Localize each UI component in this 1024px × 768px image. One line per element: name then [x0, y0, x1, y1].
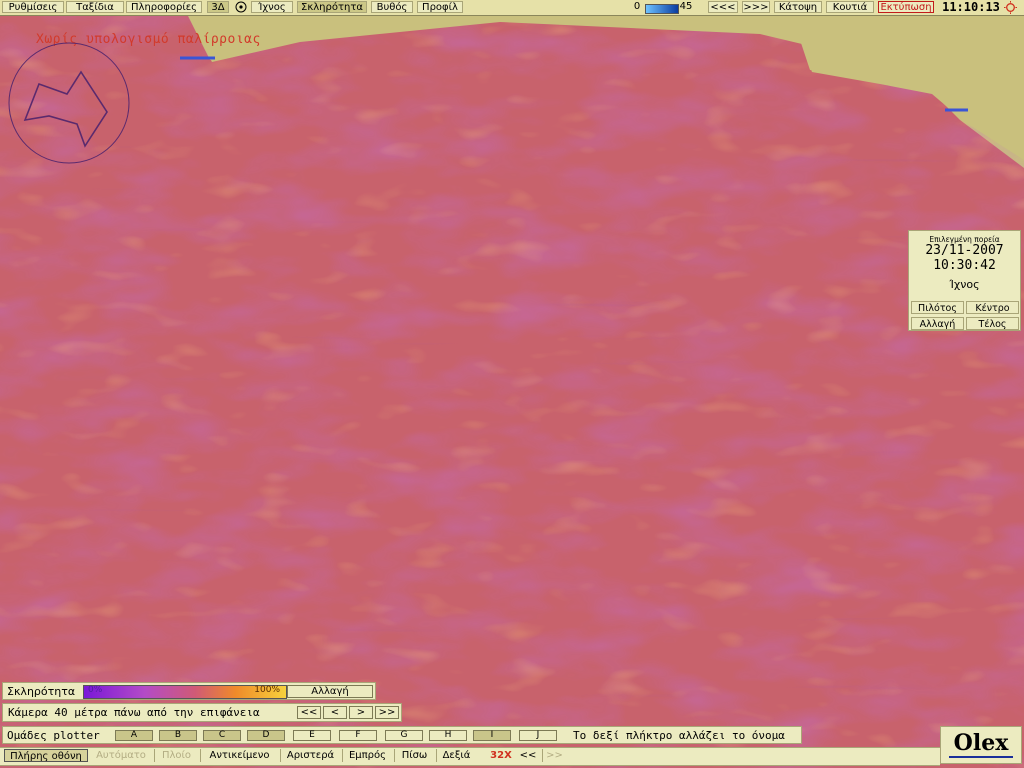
clock: 11:10:13 — [942, 0, 1000, 14]
track-button[interactable]: Ίχνος — [251, 1, 293, 13]
fullscreen-button[interactable]: Πλήρης οθόνη — [4, 749, 88, 762]
change-track-button[interactable]: Αλλαγή — [911, 317, 964, 330]
target-icon[interactable] — [233, 1, 249, 13]
left-button[interactable]: Αριστερά — [280, 749, 340, 762]
plotter-group-c[interactable]: C — [203, 730, 241, 741]
plotter-group-i[interactable]: I — [473, 730, 511, 741]
back-button[interactable]: Πίσω — [394, 749, 434, 762]
plotter-group-h[interactable]: H — [429, 730, 467, 741]
pilot-button[interactable]: Πιλότος — [911, 301, 964, 314]
hardness-panel: Σκληρότητα 0% 100% Αλλαγή — [2, 682, 376, 700]
plotter-group-a[interactable]: A — [115, 730, 153, 741]
depth-button[interactable]: Βυθός — [371, 1, 413, 13]
settings-menu[interactable]: Ρυθμίσεις — [2, 1, 64, 13]
hardness-gradient[interactable]: 0% 100% — [83, 685, 287, 699]
object-button[interactable]: Αντικείμενο — [200, 749, 278, 762]
plotter-group-j[interactable]: J — [519, 730, 557, 741]
hardness-label: Σκληρότητα — [7, 685, 76, 698]
print-button[interactable]: Εκτύπωση — [878, 1, 934, 13]
hardness-min-label: 0% — [88, 685, 103, 695]
plotter-group-f[interactable]: F — [339, 730, 377, 741]
depth-scale-bar — [645, 4, 679, 14]
track-time: 10:30:42 — [933, 258, 996, 273]
forward-fast-button[interactable]: >>> — [742, 1, 770, 13]
view-3d-button[interactable]: 3Δ — [207, 1, 229, 13]
hardness-change-button[interactable]: Αλλαγή — [287, 685, 373, 698]
track-date: 23/11-2007 — [925, 243, 1004, 258]
forward-button[interactable]: Εμπρός — [342, 749, 392, 762]
seafloor-3d-view[interactable] — [0, 0, 1024, 768]
trips-menu[interactable]: Ταξίδια — [66, 1, 124, 13]
track-type: Ίχνος — [949, 278, 980, 291]
camera-height-text: Κάμερα 40 μέτρα πάνω από την επιφάνεια — [8, 706, 260, 719]
back-fast-button[interactable]: <<< — [708, 1, 738, 13]
fast-forward-button[interactable]: >> — [542, 749, 566, 762]
top-toolbar: Ρυθμίσεις Ταξίδια Πληροφορίες 3Δ Ίχνος Σ… — [0, 0, 1024, 16]
olex-logo: Olex — [940, 726, 1022, 764]
rewind-button[interactable]: << — [516, 749, 540, 762]
camera-forward-button[interactable]: > — [349, 706, 373, 719]
sun-icon[interactable] — [1004, 1, 1017, 14]
info-menu[interactable]: Πληροφορίες — [126, 1, 202, 13]
scale-min-label: 0 — [633, 1, 641, 12]
camera-far-back-button[interactable]: << — [297, 706, 321, 719]
right-button[interactable]: Δεξιά — [436, 749, 476, 762]
zoom-level[interactable]: 32X — [484, 749, 518, 762]
plotter-groups-label: Ομάδες plotter — [7, 729, 100, 742]
plotter-group-d[interactable]: D — [247, 730, 285, 741]
plotter-group-e[interactable]: E — [293, 730, 331, 741]
bottom-navigation-bar: Πλήρης οθόνη Αυτόματο Πλοίο Αντικείμενο … — [0, 747, 940, 766]
auto-button[interactable]: Αυτόματο — [90, 749, 152, 762]
camera-back-button[interactable]: < — [323, 706, 347, 719]
boxes-button[interactable]: Κουτιά — [826, 1, 874, 13]
camera-far-forward-button[interactable]: >> — [375, 706, 399, 719]
plotter-group-b[interactable]: B — [159, 730, 197, 741]
selected-track-panel: Επιλεγμένη πορεία 23/11-2007 10:30:42 Ίχ… — [908, 230, 1021, 331]
end-track-button[interactable]: Τέλος — [966, 317, 1019, 330]
plan-view-button[interactable]: Κάτοψη — [774, 1, 822, 13]
plotter-groups-panel: Ομάδες plotter A B C D E F G H I J Το δε… — [2, 726, 802, 744]
compass-arrow-icon[interactable] — [7, 42, 131, 164]
olex-logo-text: Olex — [953, 730, 1009, 756]
boat-button[interactable]: Πλοίο — [154, 749, 198, 762]
plotter-group-g[interactable]: G — [385, 730, 423, 741]
scale-max-label: 45 — [679, 1, 693, 12]
rename-hint-text: Το δεξί πλήκτρο αλλάζει το όνομα — [573, 729, 785, 742]
center-button[interactable]: Κέντρο — [966, 301, 1019, 314]
camera-panel: Κάμερα 40 μέτρα πάνω από την επιφάνεια <… — [2, 703, 402, 722]
profile-button[interactable]: Προφίλ — [417, 1, 463, 13]
hardness-max-label: 100% — [254, 685, 280, 695]
hardness-button[interactable]: Σκληρότητα — [297, 1, 367, 13]
